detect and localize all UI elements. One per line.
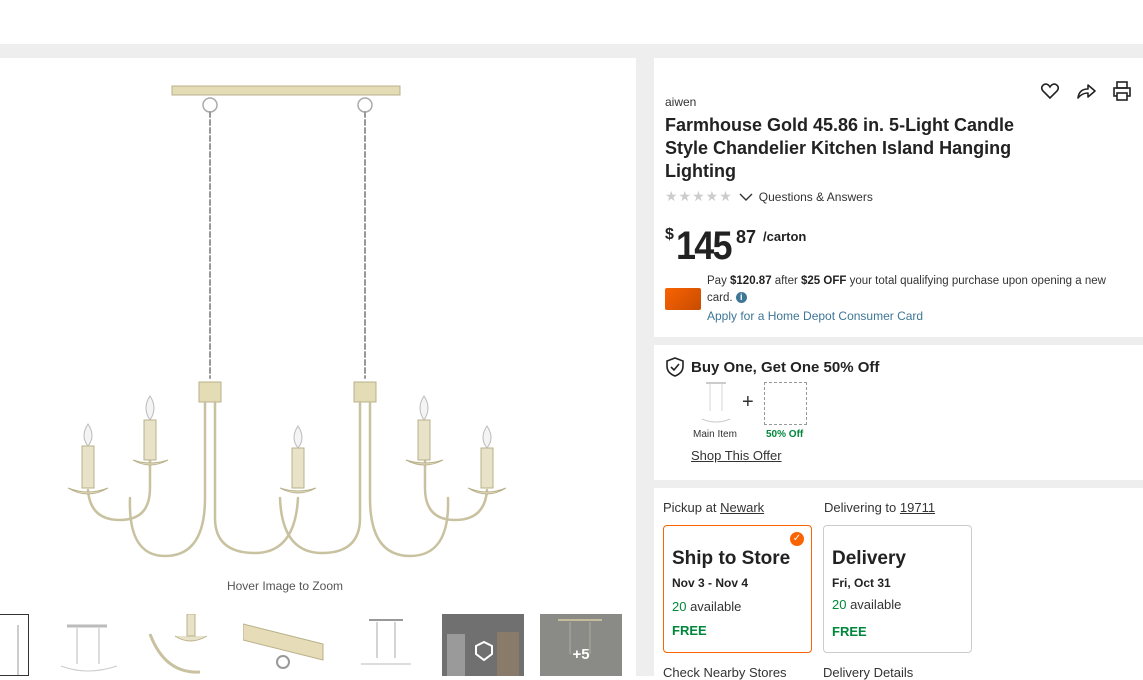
delivery-zip-link[interactable]: 19711 <box>900 500 935 515</box>
chevron-down-icon[interactable] <box>739 192 753 202</box>
delivery-option[interactable]: Delivery Fri, Oct 31 20 available FREE <box>823 525 972 653</box>
delivery-available-text: available <box>846 597 902 612</box>
top-strip <box>0 44 1143 58</box>
pickup-prefix: Pickup at <box>663 500 721 515</box>
print-icon[interactable] <box>1111 80 1133 102</box>
price-currency: $ <box>665 226 674 243</box>
ship-cost: FREE <box>672 623 707 638</box>
zoom-hint: Hover Image to Zoom <box>226 579 344 593</box>
rating-row: ★★★★★ Questions & Answers <box>665 188 873 205</box>
thumbnail-more[interactable]: +5 <box>540 614 622 676</box>
main-item-label: Main Item <box>693 429 737 440</box>
main-item-thumbnail[interactable] <box>698 381 734 427</box>
main-product-image[interactable] <box>40 78 560 578</box>
delivery-count: 20 <box>832 597 847 612</box>
info-icon[interactable]: i <box>735 292 747 303</box>
fulfillment-panel: Pickup at Newark Delivering to 19711 ✓ S… <box>654 488 1143 680</box>
ship-availability: 20 available <box>672 599 741 614</box>
credit-card-icon <box>665 288 701 310</box>
price-unit: /carton <box>763 229 807 244</box>
product-title: Farmhouse Gold 45.86 in. 5-Light Candle … <box>665 115 1015 181</box>
more-count: +5 <box>572 646 590 663</box>
bogo-title: Buy One, Get One 50% Off <box>665 357 879 377</box>
delivery-cost: FREE <box>832 624 867 639</box>
offer-item-slot[interactable] <box>764 382 807 425</box>
delivery-details-link[interactable]: Delivery Details <box>823 665 913 680</box>
ship-to-store-option[interactable]: ✓ Ship to Store Nov 3 - Nov 4 20 availab… <box>663 525 812 653</box>
promo-discount: $25 OFF <box>801 275 847 287</box>
promo-after: after <box>771 275 801 287</box>
image-gallery: Hover Image to Zoom +5 <box>0 58 636 676</box>
thumbnail-5[interactable] <box>345 614 427 676</box>
brand-name[interactable]: aiwen <box>665 95 696 109</box>
card-promo-text: Pay $120.87 after $25 OFF your total qua… <box>707 273 1132 307</box>
star-rating[interactable]: ★★★★★ <box>665 188 733 205</box>
thumbnail-3[interactable] <box>145 614 227 676</box>
bogo-panel: Buy One, Get One 50% Off + Main Item 50%… <box>654 345 1143 480</box>
delivery-title: Delivery <box>832 548 906 569</box>
promo-pay-amount: $120.87 <box>730 275 772 287</box>
thumbnail-strip: +5 <box>0 614 636 676</box>
action-icons <box>1039 80 1133 102</box>
thumbnail-4[interactable] <box>243 614 325 676</box>
ship-count: 20 <box>672 599 687 614</box>
bogo-title-text: Buy One, Get One 50% Off <box>691 358 880 376</box>
thumbnail-room-photo[interactable] <box>442 614 524 676</box>
thumbnail-2[interactable] <box>47 614 129 676</box>
shop-this-offer-link[interactable]: Shop This Offer <box>691 448 782 463</box>
column-divider <box>636 58 654 676</box>
delivery-location: Delivering to 19711 <box>824 500 935 515</box>
share-icon[interactable] <box>1075 80 1097 102</box>
pickup-store-link[interactable]: Newark <box>720 500 764 515</box>
delivery-availability: 20 available <box>832 597 901 612</box>
tag-shield-icon <box>666 357 684 377</box>
promo-pay-prefix: Pay <box>707 275 731 287</box>
thumbnail-1[interactable] <box>0 614 29 676</box>
questions-answers-link[interactable]: Questions & Answers <box>759 190 873 204</box>
plus-sign: + <box>742 391 754 413</box>
section-divider <box>654 480 1143 488</box>
ship-available-text: available <box>686 599 742 614</box>
apply-card-link[interactable]: Apply for a Home Depot Consumer Card <box>707 309 923 323</box>
heart-icon[interactable] <box>1039 80 1061 102</box>
selected-check-icon: ✓ <box>790 532 804 546</box>
section-divider <box>654 337 1143 345</box>
pickup-location: Pickup at Newark <box>663 500 764 515</box>
check-nearby-stores-link[interactable]: Check Nearby Stores <box>663 665 787 680</box>
ship-dates: Nov 3 - Nov 4 <box>672 576 749 590</box>
price-dollars: 145 <box>676 224 732 268</box>
product-info-panel: aiwen Farmhouse Gold 45.86 in. 5-Light C… <box>654 58 1143 337</box>
offer-discount-label: 50% Off <box>766 429 804 440</box>
delivery-date: Fri, Oct 31 <box>832 576 891 590</box>
price-cents: 87 <box>736 227 757 247</box>
top-bar <box>0 0 1143 44</box>
delivering-prefix: Delivering to <box>824 500 900 515</box>
ship-title: Ship to Store <box>672 548 791 569</box>
